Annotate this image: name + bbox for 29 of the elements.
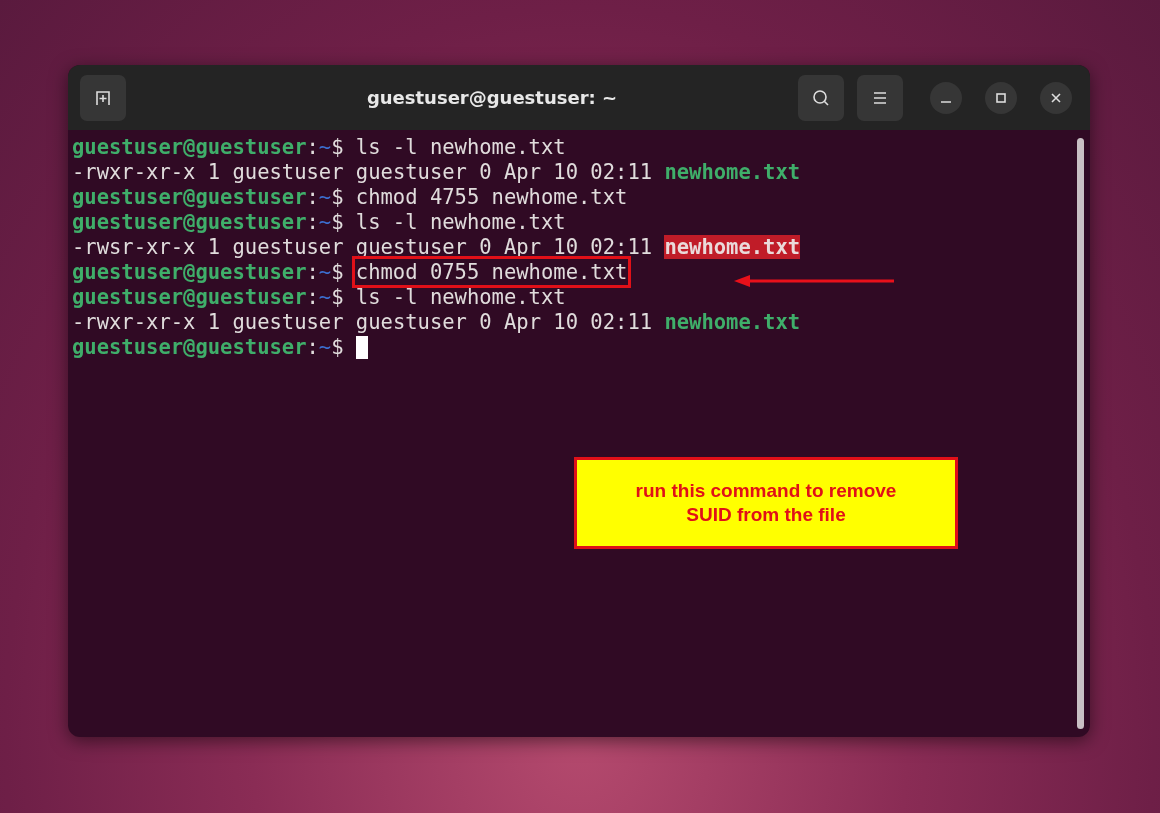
menu-button[interactable] [857,74,903,121]
scrollbar[interactable] [1077,138,1084,729]
minimize-icon [941,100,951,103]
file-name: newhome.txt [664,235,801,259]
new-tab-button[interactable] [80,74,126,121]
shell-prompt: guestuser@guestuser:~$ [72,185,344,209]
shell-command: ls -l newhome.txt [355,210,566,234]
search-button[interactable] [798,74,844,121]
file-name: newhome.txt [664,310,801,334]
window-title: guestuser@guestuser: ~ [365,87,619,108]
maximize-icon [995,91,1007,104]
listing-text: -rwxr-xr-x 1 guestuser guestuser 0 Apr 10 02:11 [72,160,653,184]
shell-prompt: guestuser@guestuser:~$ [72,260,344,284]
maximize-button[interactable] [985,81,1017,114]
listing-text: -rwsr-xr-x 1 guestuser guestuser 0 Apr 10 02:11 [72,235,653,259]
menu-icon [871,89,889,106]
listing-text: -rwxr-xr-x 1 guestuser guestuser 0 Apr 10 02:11 [72,310,653,334]
shell-command: chmod 4755 newhome.txt [355,185,628,209]
close-icon [1050,91,1062,104]
shell-prompt: guestuser@guestuser:~$ [72,210,344,234]
annotation-callout: run this command to remove SUID from the file [574,457,958,549]
shell-command: ls -l newhome.txt [355,285,566,309]
close-button[interactable] [1040,81,1072,114]
search-icon [811,87,831,108]
shell-prompt: guestuser@guestuser:~$ [72,285,344,309]
file-name: newhome.txt [664,160,801,184]
shell-prompt: guestuser@guestuser:~$ [72,135,344,159]
shell-command: ls -l newhome.txt [355,135,566,159]
shell-prompt: guestuser@guestuser:~$ [72,335,344,359]
